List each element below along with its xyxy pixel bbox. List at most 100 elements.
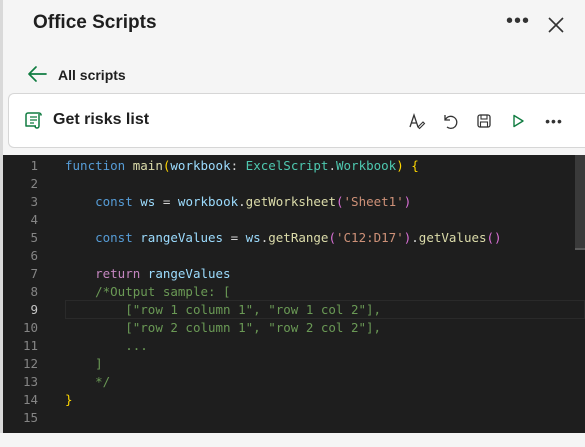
code-token: ["row 2 column 1", "row 2 col 2"], xyxy=(95,320,382,335)
code-line[interactable]: 8 /*Output sample: [ xyxy=(3,283,585,301)
code-line[interactable]: 6 xyxy=(3,247,585,265)
line-number: 11 xyxy=(22,338,38,353)
code-token: 'C12:D17' xyxy=(336,230,404,245)
code-text: } xyxy=(65,391,73,409)
script-name: Get risks list xyxy=(53,111,150,128)
back-label: All scripts xyxy=(58,67,126,83)
code-line[interactable]: 13 */ xyxy=(3,373,585,391)
close-icon[interactable] xyxy=(543,12,569,38)
arrow-left-icon xyxy=(26,64,48,84)
code-token: workbook xyxy=(177,194,239,209)
line-number: 9 xyxy=(30,302,38,317)
code-text: ] xyxy=(65,355,103,373)
code-token: { xyxy=(411,158,419,173)
code-line[interactable]: 7 return rangeValues xyxy=(3,265,585,283)
code-token: const xyxy=(95,194,133,209)
line-number: 7 xyxy=(30,266,38,281)
code-line[interactable]: 12 ] xyxy=(3,355,585,373)
code-token: ws xyxy=(140,194,156,209)
more-options-icon[interactable]: ••• xyxy=(503,10,533,38)
code-line[interactable]: 15 xyxy=(3,409,585,427)
code-token: rangeValues xyxy=(147,266,231,281)
line-number: 1 xyxy=(30,158,38,173)
line-number: 2 xyxy=(30,176,38,191)
code-text: ["row 1 column 1", "row 1 col 2"], xyxy=(65,301,381,319)
back-to-all-scripts-link[interactable]: All scripts xyxy=(3,60,303,90)
line-number: 10 xyxy=(22,320,38,335)
code-token: } xyxy=(65,392,73,407)
script-scroll-icon xyxy=(22,109,44,131)
code-text: const ws = workbook.getWorksheet('Sheet1… xyxy=(65,193,411,211)
run-icon[interactable] xyxy=(507,110,529,132)
code-text: ["row 2 column 1", "row 2 col 2"], xyxy=(65,319,381,337)
code-token: ( xyxy=(335,194,344,209)
line-number: 4 xyxy=(30,212,38,227)
rename-icon[interactable] xyxy=(406,110,428,132)
code-token: ( xyxy=(328,230,336,245)
code-token: ] xyxy=(95,356,103,371)
line-number: 13 xyxy=(22,374,38,389)
code-token: : xyxy=(230,158,246,173)
line-number: 8 xyxy=(30,284,38,299)
pane-title: Office Scripts xyxy=(33,12,157,33)
code-token: */ xyxy=(95,374,111,389)
code-token: ["row 1 column 1", "row 1 col 2"], xyxy=(95,302,382,317)
code-line[interactable]: 14} xyxy=(3,391,585,409)
code-token: getRange xyxy=(268,230,329,245)
code-token: return xyxy=(95,266,141,281)
code-line[interactable]: 2 xyxy=(3,175,585,193)
code-token: getWorksheet xyxy=(245,194,336,209)
code-token: ) xyxy=(403,194,412,209)
code-editor[interactable]: 1 function main(workbook: ExcelScript.Wor… xyxy=(3,155,585,433)
code-token: Workbook xyxy=(336,158,397,173)
code-token: main xyxy=(132,158,163,173)
code-token: () xyxy=(486,230,502,245)
code-token: ws xyxy=(245,230,261,245)
code-token: getValues xyxy=(418,230,487,245)
code-token: . xyxy=(238,194,246,209)
code-token: const xyxy=(95,230,133,245)
line-number: 5 xyxy=(30,230,38,245)
pane-footer xyxy=(0,433,585,447)
line-number: 12 xyxy=(22,356,38,371)
code-line[interactable]: 1 function main(workbook: ExcelScript.Wor… xyxy=(3,157,585,175)
line-number: 15 xyxy=(22,410,38,425)
code-token: . xyxy=(411,230,419,245)
script-header-card: Get risks list ••• xyxy=(8,93,585,148)
code-token: = xyxy=(155,194,178,209)
code-text: function main(workbook: ExcelScript.Work… xyxy=(65,157,419,175)
code-line[interactable]: 9 ["row 1 column 1", "row 1 col 2"], xyxy=(3,301,585,319)
pane-header: Office Scripts ••• xyxy=(3,0,585,50)
code-line[interactable]: 5 const rangeValues = ws. getRange('C12:D… xyxy=(3,229,585,247)
line-number: 6 xyxy=(30,248,38,263)
code-token: rangeValues xyxy=(140,230,224,245)
code-text: return rangeValues xyxy=(65,265,231,283)
code-line[interactable]: 4 xyxy=(3,211,585,229)
code-line[interactable]: 10 ["row 2 column 1", "row 2 col 2"], xyxy=(3,319,585,337)
code-text: */ xyxy=(65,373,110,391)
code-text: const rangeValues = ws. getRange('C12:D17… xyxy=(65,229,502,247)
code-line[interactable]: 11 ... xyxy=(3,337,585,355)
more-options-icon[interactable]: ••• xyxy=(543,110,565,132)
code-text: ... xyxy=(65,337,148,355)
code-line[interactable]: 3 const ws = workbook.getWorksheet('Shee… xyxy=(3,193,585,211)
code-token: workbook xyxy=(170,158,231,173)
code-token: /*Output sample: [ xyxy=(95,284,231,299)
code-token: . xyxy=(328,158,336,173)
line-number: 14 xyxy=(22,392,38,407)
code-token: ... xyxy=(95,338,148,353)
line-number: 3 xyxy=(30,194,38,209)
code-token: = xyxy=(223,230,246,245)
undo-icon[interactable] xyxy=(439,110,461,132)
save-icon[interactable] xyxy=(473,110,495,132)
